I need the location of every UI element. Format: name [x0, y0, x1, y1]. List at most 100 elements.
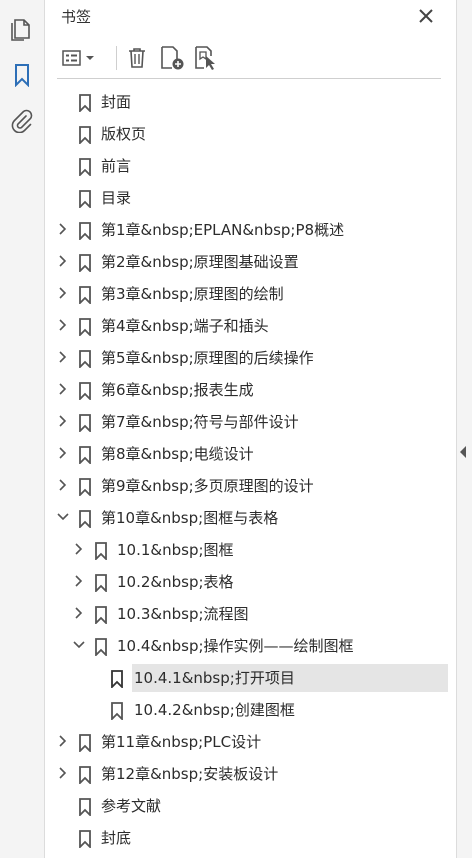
new-bookmark-button[interactable]	[157, 44, 187, 72]
chevron-right-icon[interactable]	[71, 573, 87, 589]
new-bookmark-icon	[161, 46, 184, 70]
bookmark-row[interactable]: 10.4.1&nbsp;打开项目	[45, 664, 456, 696]
bookmark-icon	[78, 222, 92, 242]
bookmark-row[interactable]: 第3章&nbsp;原理图的绘制	[45, 280, 456, 312]
bookmark-row[interactable]: 10.1&nbsp;图框	[45, 536, 456, 568]
bookmark-label: 第8章&nbsp;电缆设计	[101, 445, 254, 463]
bookmark-label: 目录	[101, 189, 132, 207]
bookmark-label: 前言	[101, 157, 132, 175]
bookmark-label: 第10章&nbsp;图框与表格	[101, 509, 279, 527]
bookmark-icon	[78, 478, 92, 498]
bookmark-label: 第7章&nbsp;符号与部件设计	[101, 413, 299, 431]
bookmark-label: 第4章&nbsp;端子和插头	[101, 317, 269, 335]
bookmark-label: 10.4&nbsp;操作实例——绘制图框	[117, 637, 354, 655]
bookmark-icon	[78, 286, 92, 306]
bookmark-icon	[78, 190, 92, 210]
new-bookmark-from-structure-button[interactable]	[191, 44, 221, 72]
bookmark-row[interactable]: 第9章&nbsp;多页原理图的设计	[45, 472, 456, 504]
bookmark-label: 封底	[101, 829, 132, 847]
bookmark-row[interactable]: 第12章&nbsp;安装板设计	[45, 760, 456, 792]
chevron-right-icon[interactable]	[55, 221, 71, 237]
bookmark-label: 版权页	[101, 125, 147, 143]
bookmark-label: 第11章&nbsp;PLC设计	[101, 733, 262, 751]
attachments-button[interactable]	[8, 107, 36, 135]
bookmark-label: 10.4.1&nbsp;打开项目	[134, 669, 295, 687]
bookmark-row[interactable]: 第10章&nbsp;图框与表格	[45, 504, 456, 536]
chevron-right-icon[interactable]	[71, 541, 87, 557]
bookmark-row[interactable]: 封面	[45, 88, 456, 120]
bookmark-icon	[94, 638, 108, 658]
chevron-right-icon[interactable]	[55, 733, 71, 749]
pages-button[interactable]	[8, 15, 36, 43]
bookmark-row[interactable]: 第2章&nbsp;原理图基础设置	[45, 248, 456, 280]
bookmark-icon	[78, 126, 92, 146]
bookmark-icon	[78, 446, 92, 466]
bookmark-row[interactable]: 第1章&nbsp;EPLAN&nbsp;P8概述	[45, 216, 456, 248]
bookmark-row[interactable]: 第7章&nbsp;符号与部件设计	[45, 408, 456, 440]
bookmark-row[interactable]: 前言	[45, 152, 456, 184]
bookmark-icon	[94, 606, 108, 626]
bookmark-label: 第2章&nbsp;原理图基础设置	[101, 253, 299, 271]
chevron-right-icon[interactable]	[55, 381, 71, 397]
chevron-right-icon[interactable]	[71, 605, 87, 621]
bookmark-icon	[78, 766, 92, 786]
bookmark-label: 第9章&nbsp;多页原理图的设计	[101, 477, 314, 495]
delete-bookmark-button[interactable]	[123, 44, 151, 72]
bookmark-label: 第6章&nbsp;报表生成	[101, 381, 254, 399]
bookmarks-panel: 书签 封面 版权页 前言 目录 第1章&nbsp;EPLAN&nbsp;P8概述…	[45, 0, 456, 858]
bookmark-label: 第5章&nbsp;原理图的后续操作	[101, 349, 314, 367]
bookmark-label: 10.1&nbsp;图框	[117, 541, 234, 559]
chevron-right-icon[interactable]	[55, 477, 71, 493]
pages-icon	[11, 19, 30, 41]
close-icon	[419, 9, 433, 23]
toolbar-divider	[116, 46, 117, 70]
chevron-down-icon[interactable]	[55, 509, 71, 525]
bookmark-tree: 封面版权页前言目录第1章&nbsp;EPLAN&nbsp;P8概述第2章&nbs…	[45, 88, 456, 856]
bookmark-label: 参考文献	[101, 797, 162, 815]
bookmark-icon	[78, 734, 92, 754]
chevron-right-icon[interactable]	[55, 765, 71, 781]
options-menu-button[interactable]	[59, 44, 99, 72]
left-nav-bar	[0, 0, 45, 858]
bookmark-row[interactable]: 10.4.2&nbsp;创建图框	[45, 696, 456, 728]
bookmark-label: 第3章&nbsp;原理图的绘制	[101, 285, 284, 303]
bookmark-row[interactable]: 目录	[45, 184, 456, 216]
bookmark-icon	[94, 574, 108, 594]
bookmark-row[interactable]: 封底	[45, 824, 456, 856]
bookmark-icon	[78, 798, 92, 818]
attachments-icon	[11, 109, 33, 133]
bookmark-icon	[78, 382, 92, 402]
right-collapse-strip[interactable]	[456, 0, 472, 858]
bookmark-row[interactable]: 参考文献	[45, 792, 456, 824]
bookmark-icon	[78, 414, 92, 434]
bookmark-row[interactable]: 10.4&nbsp;操作实例——绘制图框	[45, 632, 456, 664]
bookmark-row[interactable]: 第11章&nbsp;PLC设计	[45, 728, 456, 760]
bookmarks-toolbar	[57, 42, 441, 79]
bookmark-icon	[94, 542, 108, 562]
bookmark-label: 10.3&nbsp;流程图	[117, 605, 249, 623]
bookmarks-button[interactable]	[8, 61, 36, 89]
close-panel-button[interactable]	[415, 5, 437, 27]
bookmark-row[interactable]: 第6章&nbsp;报表生成	[45, 376, 456, 408]
bookmark-row[interactable]: 版权页	[45, 120, 456, 152]
bookmark-row[interactable]: 第8章&nbsp;电缆设计	[45, 440, 456, 472]
bookmark-icon	[78, 94, 92, 114]
bookmark-row[interactable]: 10.2&nbsp;表格	[45, 568, 456, 600]
bookmark-label: 第12章&nbsp;安装板设计	[101, 765, 279, 783]
bookmark-label: 10.4.2&nbsp;创建图框	[134, 701, 295, 719]
chevron-right-icon[interactable]	[55, 253, 71, 269]
chevron-down-icon[interactable]	[71, 637, 87, 653]
bookmark-row[interactable]: 第5章&nbsp;原理图的后续操作	[45, 344, 456, 376]
bookmark-row[interactable]: 第4章&nbsp;端子和插头	[45, 312, 456, 344]
chevron-right-icon[interactable]	[55, 445, 71, 461]
bookmark-label: 封面	[101, 93, 132, 111]
bookmark-icon	[78, 254, 92, 274]
bookmark-icon	[78, 830, 92, 850]
chevron-right-icon[interactable]	[55, 285, 71, 301]
bookmark-row[interactable]: 10.3&nbsp;流程图	[45, 600, 456, 632]
chevron-right-icon[interactable]	[55, 317, 71, 333]
delete-bookmark-icon	[129, 48, 145, 68]
chevron-right-icon[interactable]	[55, 413, 71, 429]
chevron-right-icon[interactable]	[55, 349, 71, 365]
bookmark-icon	[78, 350, 92, 370]
